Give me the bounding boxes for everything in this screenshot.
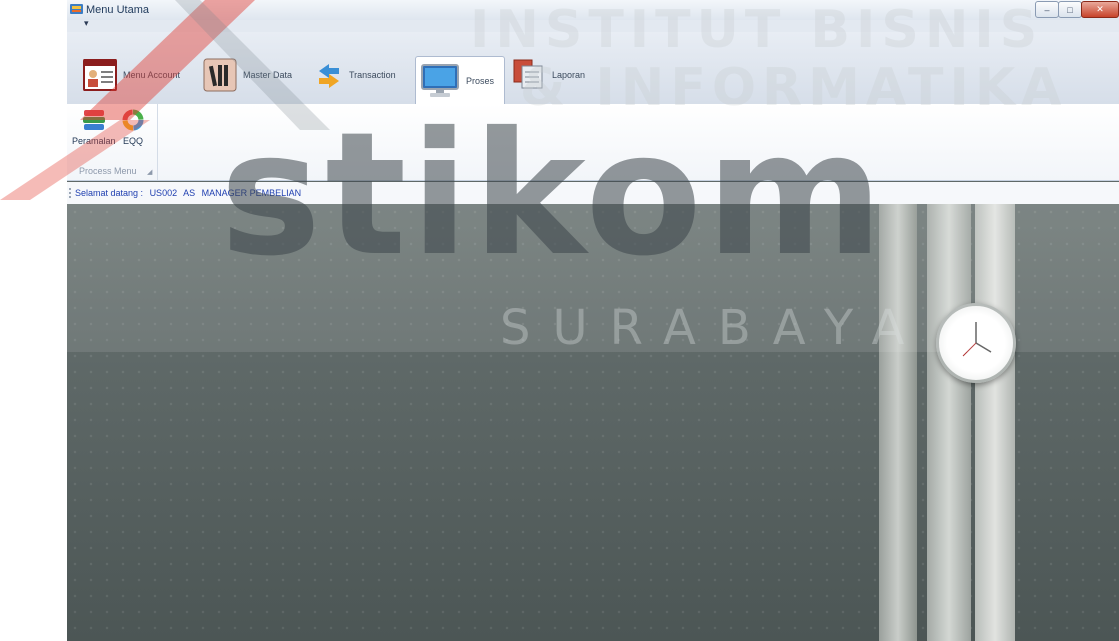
tab-transaction[interactable]: Transaction bbox=[315, 52, 396, 98]
tab-label: Master Data bbox=[243, 70, 293, 80]
maximize-button[interactable]: □ bbox=[1058, 1, 1082, 18]
peramalan-button[interactable]: Peramalan bbox=[72, 108, 116, 146]
maximize-icon: □ bbox=[1067, 4, 1073, 15]
welcome-text: Selamat datang : US002 AS MANAGER PEMBEL… bbox=[75, 188, 305, 198]
status-bar: Selamat datang : US002 AS MANAGER PEMBEL… bbox=[67, 182, 1119, 205]
user-role: MANAGER PEMBELIAN bbox=[201, 188, 302, 198]
transaction-arrows-icon bbox=[319, 64, 339, 88]
tab-label: Transaction bbox=[349, 70, 396, 80]
user-id: US002 bbox=[149, 188, 178, 198]
group-label: Process Menu bbox=[79, 166, 137, 176]
grip-icon bbox=[69, 188, 73, 198]
eqq-button[interactable]: EQQ bbox=[121, 108, 145, 146]
tab-menu-account[interactable]: Menu Account bbox=[83, 52, 180, 98]
ribbon-tabs: Menu Account Master Data Transaction Pro… bbox=[67, 32, 1119, 105]
close-icon: ✕ bbox=[1096, 4, 1104, 14]
dialog-launcher-icon[interactable]: ◢ bbox=[147, 168, 152, 176]
tab-master-data[interactable]: Master Data bbox=[203, 52, 292, 98]
title-bar: Menu Utama ‒ □ ✕ bbox=[67, 0, 1119, 21]
tab-label: Menu Account bbox=[123, 70, 181, 80]
minimize-icon: ‒ bbox=[1044, 4, 1050, 15]
eqq-label: EQQ bbox=[122, 136, 143, 146]
books-icon bbox=[203, 58, 237, 92]
main-window: Menu Utama ‒ □ ✕ ▾ Menu Account Master D… bbox=[67, 0, 1119, 641]
peramalan-label: Peramalan bbox=[72, 136, 116, 146]
quick-access-dropdown-icon[interactable]: ▾ bbox=[84, 18, 89, 29]
colored-ring-icon bbox=[122, 109, 144, 131]
app-icon bbox=[70, 4, 83, 14]
tab-label: Laporan bbox=[552, 70, 586, 80]
quick-access-toolbar: ▾ bbox=[67, 18, 1119, 32]
window-controls: ‒ □ ✕ bbox=[1035, 0, 1119, 18]
account-icon bbox=[83, 59, 117, 91]
tab-laporan[interactable]: Laporan bbox=[512, 52, 585, 98]
process-menu-group: Peramalan EQQ Process Menu ◢ bbox=[67, 104, 158, 180]
ribbon-panel: Peramalan EQQ Process Menu ◢ bbox=[67, 104, 1119, 181]
window-title: Menu Utama bbox=[86, 4, 149, 16]
report-icon bbox=[513, 59, 543, 89]
monitor-icon bbox=[421, 64, 459, 97]
watermark-band bbox=[67, 204, 1119, 352]
user-name: AS bbox=[183, 188, 196, 198]
tab-proses[interactable]: Proses bbox=[415, 56, 506, 105]
stacked-books-icon bbox=[82, 110, 105, 130]
greeting-label: Selamat datang : bbox=[75, 188, 144, 198]
close-button[interactable]: ✕ bbox=[1081, 1, 1119, 18]
tab-label: Proses bbox=[466, 76, 495, 86]
minimize-button[interactable]: ‒ bbox=[1035, 1, 1059, 18]
